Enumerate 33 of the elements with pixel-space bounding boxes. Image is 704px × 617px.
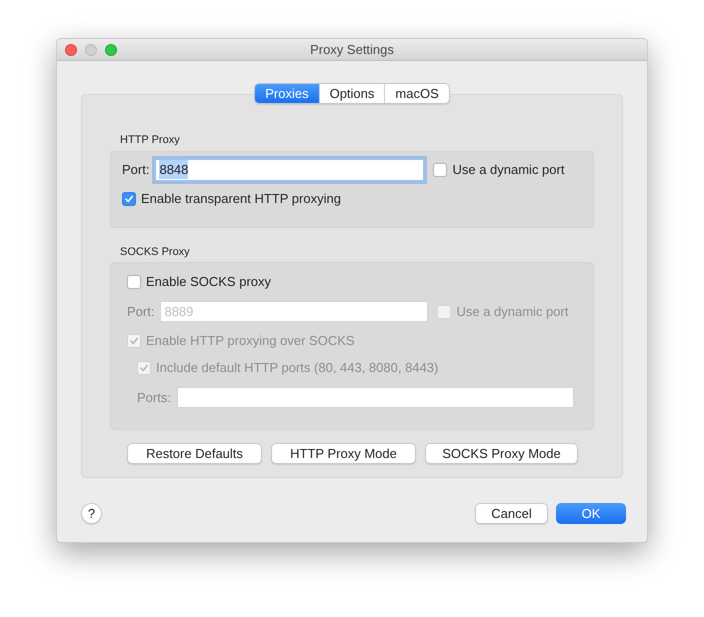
- push-button[interactable]: HTTP Proxy Mode: [271, 443, 416, 464]
- ports-field[interactable]: [176, 387, 574, 408]
- tab[interactable]: Options: [318, 84, 384, 103]
- window-title: Proxy Settings: [309, 40, 395, 59]
- checkbox-label: Use a dynamic port: [456, 302, 568, 321]
- checkbox[interactable]: [122, 192, 136, 206]
- checkbox-label: Enable HTTP proxying over SOCKS: [146, 332, 355, 350]
- close-button[interactable]: [65, 44, 77, 56]
- checkbox-label: Enable transparent HTTP proxying: [141, 190, 341, 208]
- checkbox-label: Enable SOCKS proxy: [146, 273, 272, 292]
- tab[interactable]: Proxies: [255, 84, 319, 103]
- group-title: SOCKS Proxy: [120, 244, 191, 260]
- checkmark-icon: [139, 363, 149, 373]
- zoom-button[interactable]: [105, 44, 117, 56]
- minimize-button[interactable]: [85, 44, 97, 56]
- field-label: Ports:: [137, 388, 171, 407]
- field-value: 8889: [164, 302, 194, 321]
- checkbox-label: Include default HTTP ports (80, 443, 8080, 8443): [156, 359, 438, 378]
- checkbox[interactable]: [433, 162, 448, 176]
- group-title: HTTP Proxy: [120, 133, 181, 148]
- checkmark-icon: [124, 194, 134, 204]
- push-button[interactable]: SOCKS Proxy Mode: [425, 443, 578, 464]
- field-label: Port:: [122, 160, 150, 179]
- push-button[interactable]: Cancel: [475, 503, 548, 524]
- checkbox-label: Use a dynamic port: [452, 160, 564, 179]
- checkbox[interactable]: [127, 275, 141, 289]
- push-button[interactable]: Restore Defaults: [127, 443, 262, 464]
- checkmark-icon: [129, 336, 139, 346]
- field-label: Port:: [127, 302, 154, 321]
- port-field[interactable]: 8848: [155, 158, 424, 180]
- ok-button[interactable]: OK: [556, 503, 626, 524]
- field-value: 8848: [159, 160, 188, 180]
- help-button[interactable]: ?: [81, 503, 102, 524]
